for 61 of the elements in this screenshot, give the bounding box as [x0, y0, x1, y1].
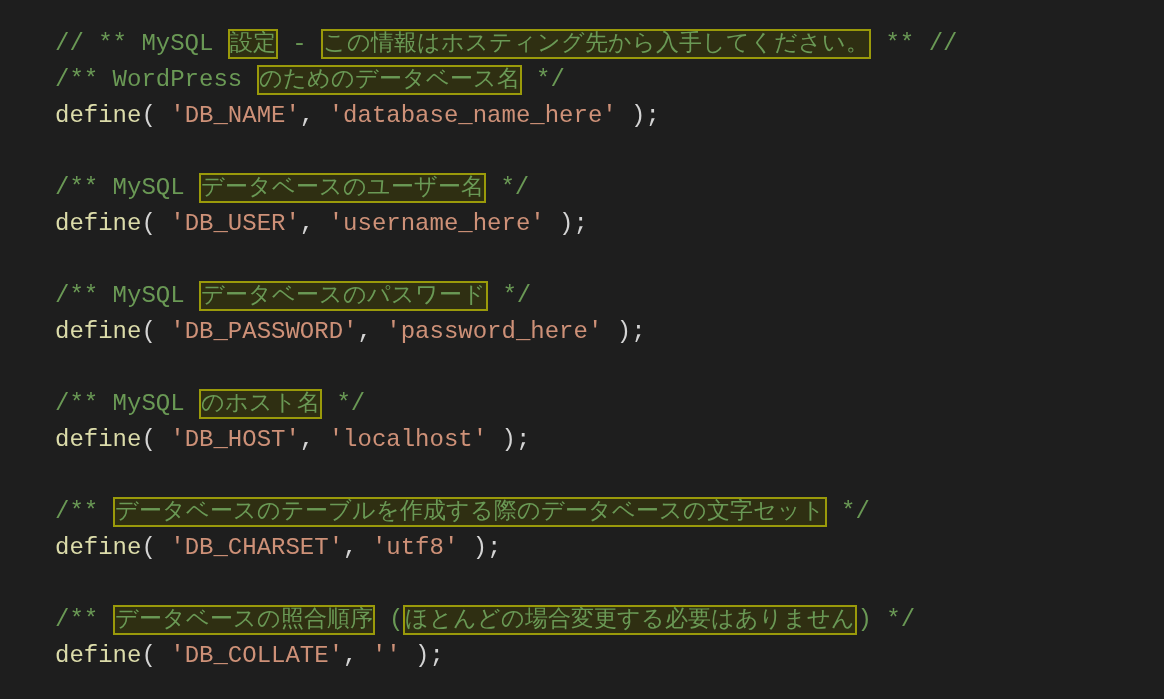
code-comment: /** MySQL	[55, 281, 186, 311]
code-punctuation: (	[141, 533, 157, 563]
code-punctuation: ,	[357, 317, 373, 347]
code-comment: /** MySQL	[55, 389, 186, 419]
string-literal: 'DB_HOST'	[170, 425, 300, 455]
highlighted-text: データベースのユーザー名	[199, 173, 487, 203]
code-comment: // ** MySQL	[55, 29, 215, 59]
code-comment: */	[535, 65, 565, 95]
highlighted-text: のホスト名	[199, 389, 323, 419]
string-literal: 'DB_NAME'	[170, 101, 300, 131]
code-comment: (	[388, 605, 404, 635]
highlighted-text: データベースのテーブルを作成する際のデータベースの文字セット	[112, 497, 827, 527]
code-punctuation: (	[141, 425, 157, 455]
code-punctuation: (	[141, 209, 157, 239]
code-punctuation: ,	[299, 209, 316, 239]
code-comment: /** MySQL	[55, 173, 186, 203]
string-literal: ''	[371, 641, 401, 671]
function-name: define	[55, 533, 142, 563]
code-punctuation: ,	[343, 533, 359, 563]
code-punctuation: (	[141, 641, 157, 671]
code-punctuation: );	[558, 209, 588, 239]
string-literal: 'DB_USER'	[170, 209, 300, 239]
highlighted-text: ほとんどの場合変更する必要はありません	[403, 605, 858, 635]
string-literal: 'username_here'	[328, 209, 545, 239]
function-name: define	[55, 425, 142, 455]
code-comment: */	[335, 389, 366, 419]
string-literal: 'utf8'	[371, 533, 459, 563]
highlighted-text: のためのデータベース名	[256, 65, 522, 95]
string-literal: 'localhost'	[328, 425, 488, 455]
code-comment: /** WordPress	[55, 65, 244, 95]
highlighted-text: データベースの照合順序	[112, 605, 375, 635]
code-comment: */	[840, 497, 870, 527]
string-literal: 'DB_CHARSET'	[170, 533, 344, 563]
function-name: define	[55, 101, 142, 131]
code-punctuation: );	[414, 641, 444, 671]
code-punctuation: );	[630, 101, 660, 131]
code-punctuation: (	[141, 317, 157, 347]
highlighted-text: データベースのパスワード	[199, 281, 489, 311]
string-literal: 'database_name_here'	[328, 101, 617, 131]
string-literal: 'password_here'	[386, 317, 603, 347]
code-punctuation: );	[471, 533, 502, 563]
code-comment: */	[499, 173, 530, 203]
code-comment: /**	[55, 497, 100, 527]
code-comment: ) */	[857, 605, 916, 635]
function-name: define	[55, 317, 142, 347]
highlighted-text: 設定	[227, 29, 278, 59]
highlighted-text: この情報はホスティング先から入手してください。	[321, 29, 872, 59]
function-name: define	[55, 209, 142, 239]
code-punctuation: (	[141, 101, 157, 131]
code-comment: */	[501, 281, 532, 311]
code-comment: ** //	[884, 29, 958, 59]
code-comment: /**	[55, 605, 100, 635]
code-punctuation: ,	[299, 425, 316, 455]
function-name: define	[55, 641, 142, 671]
code-punctuation: ,	[299, 101, 316, 131]
string-literal: 'DB_PASSWORD'	[170, 317, 358, 347]
string-literal: 'DB_COLLATE'	[170, 641, 344, 671]
code-punctuation: );	[500, 425, 531, 455]
code-comment: -	[291, 29, 308, 59]
code-punctuation: );	[615, 317, 646, 347]
code-punctuation: ,	[343, 641, 359, 671]
